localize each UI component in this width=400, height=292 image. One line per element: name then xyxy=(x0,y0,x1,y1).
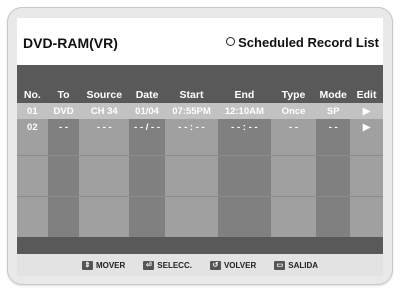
cell-to: - - xyxy=(47,119,80,135)
table-row[interactable]: 02 - - - - - - - / - - - - : - - - - : -… xyxy=(17,119,383,135)
move-icon: ⇕ xyxy=(81,260,93,270)
move-label: MOVER xyxy=(95,260,126,270)
cell-mode: - - xyxy=(316,119,351,135)
osd-screen: DVD-RAM(VR) Scheduled Record List No. To… xyxy=(17,18,383,276)
select-button[interactable]: ⏎ SELECC. xyxy=(143,260,192,270)
cell-date: - - / - - xyxy=(129,119,166,135)
col-header-to: To xyxy=(47,87,80,103)
cell-type: - - xyxy=(270,119,317,135)
table-header-row: No. To Source Date Start End Type Mode E… xyxy=(17,87,383,103)
cell-type: Once xyxy=(270,103,317,119)
col-header-end: End xyxy=(217,87,271,103)
schedule-table: No. To Source Date Start End Type Mode E… xyxy=(17,87,383,237)
empty-row xyxy=(17,196,383,237)
table-row[interactable]: 01 DVD CH 34 01/04 07:55PM 12:10AM Once … xyxy=(17,103,383,119)
cell-start: - - : - - xyxy=(165,119,218,135)
col-header-no: No. xyxy=(17,87,48,103)
page-title-text: Scheduled Record List xyxy=(238,35,379,50)
button-guide-bar: ⇕ MOVER ⏎ SELECC. ↺ VOLVER ▭ SALIDA xyxy=(17,254,383,276)
edit-play-icon[interactable]: ▶ xyxy=(350,103,383,119)
cell-date: 01/04 xyxy=(129,103,166,119)
return-icon: ↺ xyxy=(209,260,221,270)
cell-end: 12:10AM xyxy=(217,103,271,119)
select-label: SELECC. xyxy=(157,260,192,270)
col-header-date: Date xyxy=(129,87,166,103)
page-title: Scheduled Record List xyxy=(226,35,379,50)
cell-start: 07:55PM xyxy=(165,103,218,119)
cell-no: 01 xyxy=(17,103,48,119)
empty-row xyxy=(17,155,383,196)
exit-label: SALIDA xyxy=(288,260,319,270)
cell-source: CH 34 xyxy=(79,103,130,119)
edit-play-icon[interactable]: ▶ xyxy=(350,119,383,135)
empty-row xyxy=(17,135,383,155)
disc-type-label: DVD-RAM(VR) xyxy=(23,35,118,51)
col-header-start: Start xyxy=(165,87,218,103)
cell-source: - - - xyxy=(79,119,130,135)
cell-mode: SP xyxy=(316,103,351,119)
exit-button[interactable]: ▭ SALIDA xyxy=(274,260,319,270)
col-header-type: Type xyxy=(270,87,317,103)
return-label: VOLVER xyxy=(223,260,257,270)
title-bar: DVD-RAM(VR) Scheduled Record List xyxy=(17,18,383,65)
col-header-mode: Mode xyxy=(316,87,351,103)
cell-end: - - : - - xyxy=(217,119,271,135)
cell-no: 02 xyxy=(17,119,48,135)
cell-to: DVD xyxy=(47,103,80,119)
select-icon: ⏎ xyxy=(143,260,155,270)
col-header-source: Source xyxy=(79,87,130,103)
circle-icon xyxy=(226,37,236,46)
exit-icon: ▭ xyxy=(274,260,286,270)
col-header-edit: Edit xyxy=(350,87,383,103)
return-button[interactable]: ↺ VOLVER xyxy=(209,260,257,270)
move-button[interactable]: ⇕ MOVER xyxy=(81,260,126,270)
